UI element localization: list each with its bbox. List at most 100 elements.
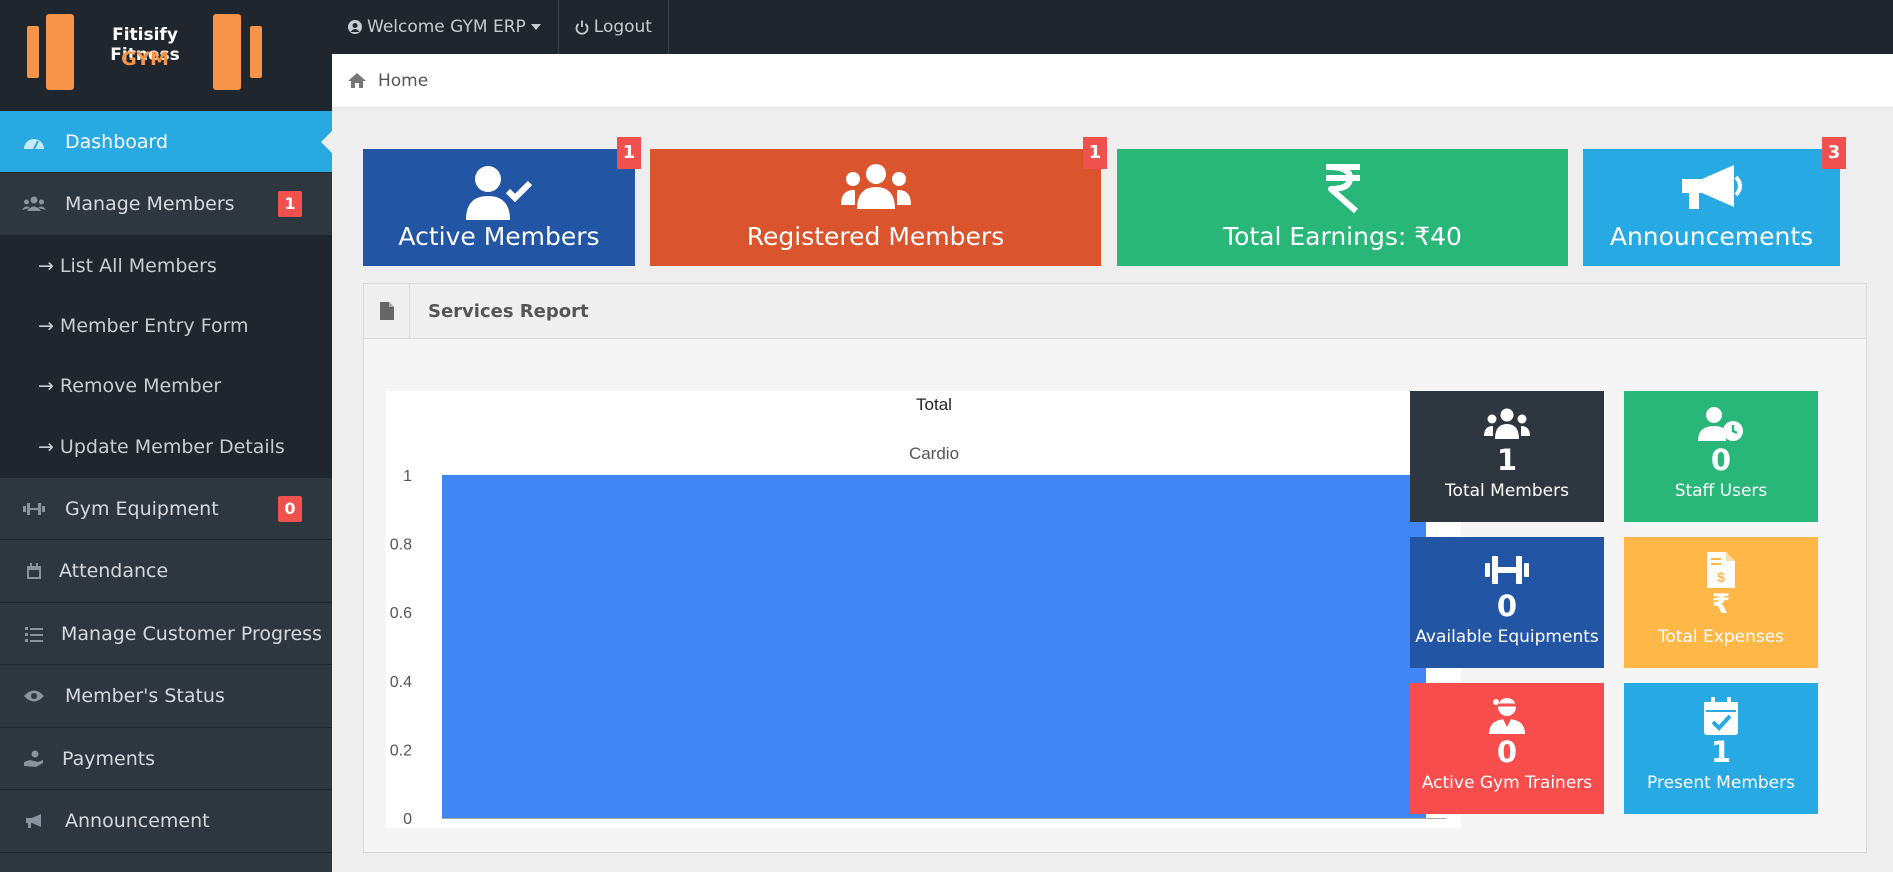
panel-header: Services Report [364, 283, 1866, 339]
logout-button[interactable]: Logout [559, 0, 669, 54]
stat-value: 0 [1496, 589, 1518, 623]
eye-icon [20, 685, 48, 707]
brand-sub: GYM [121, 48, 169, 70]
stat-value: 0 [1710, 443, 1732, 477]
stat-active-trainers[interactable]: 0 Active Gym Trainers [1410, 683, 1604, 814]
users-icon [650, 163, 1101, 211]
welcome-dropdown[interactable]: Welcome GYM ERP [332, 0, 559, 54]
sidebar: Fitisify Fitness GYM Dashboard Manage Me… [0, 0, 332, 872]
file-icon [364, 283, 410, 339]
tile-label: Active Members [398, 222, 600, 251]
submenu-update-member-details[interactable]: → Update Member Details [0, 416, 332, 478]
stat-available-equipments[interactable]: 0 Available Equipments [1410, 537, 1604, 668]
stat-label: Available Equipments [1415, 627, 1599, 647]
arrow-right-icon: → [38, 436, 54, 458]
bar-chart: Total 0 0.2 0.4 0.6 0.8 1 Cardio [390, 395, 1446, 828]
users-icon [1410, 405, 1604, 443]
stat-total-members[interactable]: 1 Total Members [1410, 391, 1604, 522]
stat-present-members[interactable]: 1 Present Members [1624, 683, 1818, 814]
stat-label: Total Members [1445, 481, 1569, 501]
breadcrumb-home[interactable]: Home [378, 71, 428, 91]
sidebar-item-gym-equipment[interactable]: Gym Equipment 0 [0, 478, 332, 540]
services-chart: Total 0 0.2 0.4 0.6 0.8 1 Cardio [386, 391, 1461, 828]
dumbbell-left-stub [27, 26, 39, 78]
arrow-right-icon: → [38, 375, 54, 397]
tile-announcements[interactable]: Announcements 3 [1583, 137, 1846, 266]
tile-active-members[interactable]: Active Members 1 [363, 137, 641, 266]
bullhorn-icon [20, 810, 48, 832]
tile-badge: 3 [1822, 137, 1846, 169]
stat-value: 0 [1496, 735, 1518, 769]
y-tick-label: 0 [403, 811, 412, 828]
category-label: Cardio [909, 444, 959, 463]
y-tick-label: 0.8 [390, 537, 412, 554]
dashboard-icon [20, 131, 48, 153]
invoice-dollar-icon: $ [1624, 551, 1818, 589]
user-check-icon [363, 163, 635, 221]
stat-label: Present Members [1647, 773, 1795, 793]
hand-coin-icon [20, 748, 48, 770]
sidebar-item-announcement[interactable]: Announcement [0, 790, 332, 853]
submenu-member-entry-form[interactable]: → Member Entry Form [0, 296, 332, 356]
dumbbell-icon [1410, 551, 1604, 589]
chart-title: Total [916, 395, 952, 414]
user-clock-icon [1624, 405, 1818, 443]
sidebar-item-dashboard[interactable]: Dashboard [0, 111, 332, 173]
rupee-icon [1117, 163, 1568, 213]
tile-registered-members[interactable]: Registered Members 1 [650, 137, 1107, 266]
calendar-check-icon [1624, 697, 1818, 735]
arrow-right-icon: → [38, 315, 54, 337]
submenu-label: Remove Member [59, 375, 222, 397]
stat-staff-users[interactable]: 0 Staff Users [1624, 391, 1818, 522]
breadcrumb: Home [332, 54, 1893, 108]
tile-label: Total Earnings: ₹40 [1223, 222, 1462, 251]
user-circle-icon [348, 20, 362, 34]
equipment-badge: 0 [278, 495, 302, 522]
sidebar-item-customer-progress[interactable]: Manage Customer Progress [0, 603, 332, 665]
top-navbar: Welcome GYM ERP Logout [332, 0, 1893, 54]
sidebar-item-label: Manage Members [65, 193, 235, 215]
home-icon [348, 73, 366, 88]
sidebar-item-member-status[interactable]: Member's Status [0, 665, 332, 728]
sidebar-item-attendance[interactable]: Attendance [0, 540, 332, 603]
sidebar-item-label: Attendance [59, 560, 169, 582]
members-badge: 1 [278, 191, 302, 217]
dumbbell-icon [20, 498, 48, 520]
sidebar-item-payments[interactable]: Payments [0, 728, 332, 790]
y-tick-label: 1 [403, 468, 412, 485]
sidebar-item-label: Payments [62, 747, 156, 770]
sidebar-item-label: Member's Status [65, 685, 225, 707]
submenu-label: Member Entry Form [59, 315, 249, 337]
y-tick-label: 0.6 [390, 605, 412, 622]
stat-value: 1 [1710, 735, 1732, 769]
y-tick-label: 0.2 [390, 742, 412, 759]
dumbbell-right-plate [213, 14, 241, 90]
tile-badge: 1 [617, 137, 641, 169]
caret-down-icon [530, 24, 541, 30]
tile-total-earnings[interactable]: Total Earnings: ₹40 [1117, 149, 1568, 266]
submenu-list-all-members[interactable]: → List All Members [0, 236, 332, 296]
submenu-label: List All Members [59, 255, 217, 277]
bullhorn-icon [1583, 163, 1840, 213]
stat-value: ₹ [1711, 589, 1731, 620]
calendar-icon [20, 560, 48, 582]
brand-logo[interactable]: Fitisify Fitness GYM [0, 0, 332, 111]
tile-label: Announcements [1609, 222, 1814, 251]
bar [442, 475, 1426, 818]
trainer-icon [1410, 697, 1604, 735]
stat-label: Total Expenses [1657, 627, 1785, 647]
logout-label: Logout [593, 17, 652, 37]
stat-total-expenses[interactable]: $ ₹ Total Expenses [1624, 537, 1818, 668]
stat-label: Active Gym Trainers [1421, 773, 1593, 793]
panel-title: Services Report [428, 300, 589, 322]
dumbbell-right-stub [250, 26, 262, 78]
svg-text:$: $ [1717, 569, 1725, 585]
tile-label: Registered Members [746, 222, 1005, 251]
stat-value: 1 [1496, 443, 1518, 477]
sidebar-item-label: Manage Customer Progress [61, 622, 322, 645]
sidebar-item-manage-members[interactable]: Manage Members 1 [0, 173, 332, 236]
submenu-label: Update Member Details [59, 436, 285, 458]
submenu-remove-member[interactable]: → Remove Member [0, 356, 332, 416]
tasks-icon [20, 623, 48, 645]
welcome-label: Welcome GYM ERP [367, 17, 526, 37]
